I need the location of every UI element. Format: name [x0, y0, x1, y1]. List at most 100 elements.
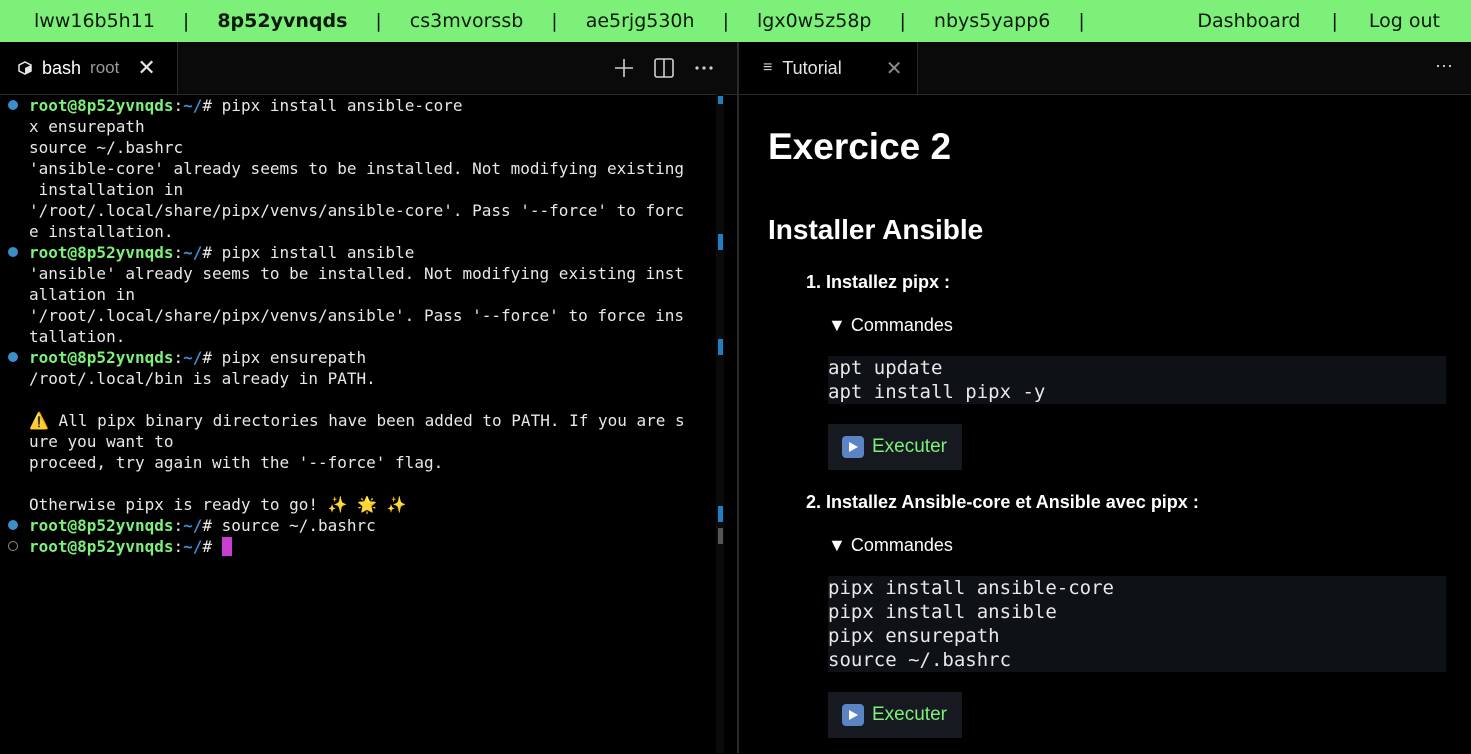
terminal-output-line: ure you want to [0, 431, 716, 452]
prompt-colon: : [173, 348, 184, 367]
tutorial-pane: ≡ Tutorial ✕ ⋯ Exercice 2 Installer Ansi… [739, 42, 1471, 753]
output-text: /root/.local/bin is already in PATH. [29, 369, 376, 388]
code-block: apt update apt install pipx -y [828, 356, 1446, 404]
logout-link[interactable]: Log out [1338, 10, 1471, 32]
prompt-path: ~/ [183, 516, 203, 535]
more-icon[interactable] [693, 57, 715, 79]
code-block: pipx install ansible-core pipx install a… [828, 576, 1446, 672]
commands-toggle[interactable]: ▼ Commandes [828, 315, 953, 336]
prompt-user: root@8p52yvnqds [29, 243, 174, 262]
terminal-tab-name: bash [42, 57, 82, 78]
close-icon[interactable]: ✕ [137, 55, 155, 81]
play-icon [842, 436, 864, 458]
scroll-marker [718, 234, 723, 250]
code-line: apt update [828, 357, 943, 379]
terminal-output-line: '/root/.local/share/pipx/venvs/ansible-c… [0, 200, 716, 221]
code-line: pipx install ansible [828, 601, 1057, 623]
plus-icon[interactable] [613, 57, 635, 79]
prompt-hash: # [202, 348, 222, 367]
output-text: proceed, try again with the '--force' fl… [29, 453, 444, 472]
output-text: installation in [29, 180, 184, 199]
prompt-path: ~/ [183, 96, 203, 115]
close-icon[interactable]: ✕ [886, 56, 903, 81]
command-text: pipx install ansible [221, 243, 415, 262]
terminal-output-line: ⚠️ All pipx binary directories have been… [0, 410, 716, 431]
prompt-path: ~/ [183, 537, 203, 556]
terminal-cursor [221, 537, 232, 556]
terminal-tab-user: root [90, 58, 120, 77]
terminal-tab[interactable]: bash root ✕ [0, 42, 178, 94]
nav-separator: | [1078, 10, 1085, 32]
prompt-user: root@8p52yvnqds [29, 516, 174, 535]
terminal-output[interactable]: root@8p52yvnqds:~/# pipx install ansible… [0, 94, 716, 754]
output-text: ure you want to [29, 432, 174, 451]
terminal-output-line: e installation. [0, 221, 716, 242]
prompt-hash: # [202, 537, 222, 556]
prompt-colon: : [173, 537, 184, 556]
host-link[interactable]: ae5rjg530h [558, 10, 723, 32]
output-text: '/root/.local/share/pipx/venvs/ansible-c… [29, 201, 685, 220]
terminal-output-line: x ensurepath [0, 116, 716, 137]
host-link[interactable]: lww16b5h11 [0, 10, 183, 32]
execute-button[interactable]: Executer [828, 692, 962, 738]
tutorial-tab-bar: ≡ Tutorial ✕ ⋯ [739, 42, 1471, 95]
terminal-icon [18, 61, 32, 75]
output-text: '/root/.local/share/pipx/venvs/ansible'.… [29, 306, 685, 325]
scroll-marker [718, 339, 723, 355]
prompt-hash: # [202, 96, 222, 115]
output-text: 'ansible' already seems to be installed.… [29, 264, 685, 283]
terminal-prompt-line: root@8p52yvnqds:~/# [0, 536, 716, 557]
command-status-dot[interactable] [8, 100, 18, 110]
tutorial-tab-name: Tutorial [782, 57, 842, 78]
output-text: x ensurepath [29, 117, 145, 136]
play-icon [842, 704, 864, 726]
tutorial-tab[interactable]: ≡ Tutorial ✕ [739, 42, 918, 94]
scroll-marker [718, 506, 723, 522]
terminal-prompt-line: root@8p52yvnqds:~/# pipx ensurepath [0, 347, 716, 368]
code-line: apt install pipx -y [828, 381, 1046, 403]
more-icon[interactable]: ⋯ [1435, 56, 1453, 77]
output-text: tallation. [29, 327, 126, 346]
terminal-scrollbar[interactable] [716, 94, 724, 753]
commands-toggle[interactable]: ▼ Commandes [828, 535, 953, 556]
execute-label: Executer [872, 704, 947, 725]
command-status-dot[interactable] [8, 541, 18, 551]
step-2-label: 2. Installez Ansible-core et Ansible ave… [806, 492, 1199, 512]
prompt-hash: # [202, 243, 222, 262]
dashboard-link[interactable]: Dashboard [1166, 10, 1331, 32]
terminal-output-line: '/root/.local/share/pipx/venvs/ansible'.… [0, 305, 716, 326]
prompt-colon: : [173, 516, 184, 535]
command-status-dot[interactable] [8, 352, 18, 362]
prompt-user: root@8p52yvnqds [29, 96, 174, 115]
split-icon[interactable] [653, 57, 675, 79]
terminal-output-line: 'ansible-core' already seems to be insta… [0, 158, 716, 179]
execute-button[interactable]: Executer [828, 424, 962, 470]
prompt-colon: : [173, 243, 184, 262]
terminal-output-line: allation in [0, 284, 716, 305]
command-text: source ~/.bashrc [221, 516, 376, 535]
terminal-prompt-line: root@8p52yvnqds:~/# source ~/.bashrc [0, 515, 716, 536]
scroll-marker [718, 96, 723, 104]
host-link[interactable]: cs3mvorssb [382, 10, 551, 32]
terminal-tab-bar: bash root ✕ [0, 42, 737, 95]
page-title: Exercice 2 [768, 126, 952, 167]
scroll-marker [718, 528, 723, 544]
host-link[interactable]: nbys5yapp6 [906, 10, 1078, 32]
code-line: pipx ensurepath [828, 625, 1000, 647]
top-navigation-bar: lww16b5h11 | 8p52yvnqds | cs3mvorssb | a… [0, 0, 1471, 42]
code-line: pipx install ansible-core [828, 577, 1114, 599]
list-icon: ≡ [763, 59, 773, 76]
output-text: 'ansible-core' already seems to be insta… [29, 159, 685, 178]
command-status-dot[interactable] [8, 520, 18, 530]
step-1-label: 1. Installez pipx : [806, 272, 951, 292]
output-text: Otherwise pipx is ready to go! ✨ 🌟 ✨ [29, 495, 407, 514]
host-link-active[interactable]: 8p52yvnqds [189, 10, 375, 32]
section-title: Installer Ansible [768, 214, 984, 245]
terminal-output-line: installation in [0, 179, 716, 200]
prompt-hash: # [202, 516, 222, 535]
host-link[interactable]: lgx0w5z58p [729, 10, 900, 32]
prompt-path: ~/ [183, 243, 203, 262]
command-status-dot[interactable] [8, 247, 18, 257]
